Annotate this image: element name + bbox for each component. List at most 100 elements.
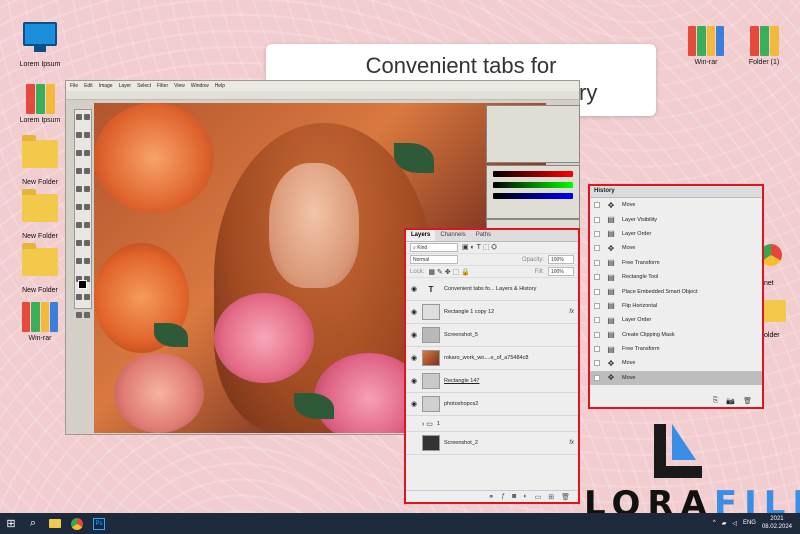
- mask-icon[interactable]: ◙: [512, 493, 516, 500]
- tab-paths[interactable]: Paths: [471, 230, 496, 241]
- layer-row[interactable]: ◉ Rectangle 147: [406, 370, 578, 393]
- layer-row[interactable]: ◉ Rectangle 1 copy 12 fx: [406, 301, 578, 324]
- desktop-icon-folder[interactable]: New Folder: [10, 242, 70, 294]
- tab-channels[interactable]: Channels: [435, 230, 470, 241]
- layer-row[interactable]: Screenshot_2 fx: [406, 432, 578, 455]
- history-panel[interactable]: History ✥ Move ▤ Layer Visibility ▤ Layer Ord…: [588, 184, 764, 409]
- history-item[interactable]: ▤ Free Transform: [590, 256, 762, 270]
- history-item-label: Flip Horizontal: [622, 302, 658, 309]
- desktop-icon-folder[interactable]: New Folder: [10, 134, 70, 186]
- layers-panel[interactable]: Layers Channels Paths ⌕ Kind ▣ ◐ T ⬚ ⛭ N…: [404, 228, 580, 504]
- menu-window[interactable]: Window: [191, 83, 209, 89]
- history-item[interactable]: ▤ Layer Order: [590, 313, 762, 327]
- tab-layers[interactable]: Layers: [406, 230, 436, 241]
- adjustment-icon[interactable]: ◐: [523, 493, 527, 500]
- layer-group-row[interactable]: › ▭ 1: [406, 416, 578, 432]
- history-item[interactable]: ▤ Free Transform: [590, 342, 762, 356]
- history-item[interactable]: ✥ Move: [590, 241, 762, 255]
- windows-start-icon[interactable]: ⊞: [0, 513, 22, 534]
- history-item[interactable]: ▤ Rectangle Tool: [590, 270, 762, 284]
- layer-row[interactable]: ◉ photoshopcs2: [406, 393, 578, 416]
- history-item[interactable]: ✥ Move: [590, 198, 762, 212]
- menu-image[interactable]: Image: [99, 83, 113, 89]
- blend-mode-select[interactable]: Normal: [410, 255, 458, 264]
- foreground-color-swatch[interactable]: [78, 280, 87, 289]
- computer-icon: [22, 22, 58, 58]
- desktop-icon-winrar[interactable]: Win-rar: [676, 20, 736, 66]
- doc-icon: ▤: [607, 287, 615, 297]
- trash-icon[interactable]: 🗑: [743, 397, 752, 405]
- history-snapshot-checkbox[interactable]: [594, 259, 600, 266]
- desktop-icon-folder[interactable]: New Folder: [10, 188, 70, 240]
- camera-icon[interactable]: 📷: [726, 397, 735, 405]
- history-item[interactable]: ▤ Place Embedded Smart Object: [590, 284, 762, 298]
- layer-row[interactable]: ◉ Screenshot_5: [406, 324, 578, 347]
- history-item[interactable]: ▤ Flip Horizontal: [590, 299, 762, 313]
- menu-filter[interactable]: Filter: [157, 83, 168, 89]
- kind-filter-select[interactable]: ⌕ Kind: [410, 243, 458, 252]
- history-item[interactable]: ✥ Move: [590, 370, 762, 386]
- history-snapshot-checkbox[interactable]: [594, 216, 600, 223]
- history-snapshot-checkbox[interactable]: [594, 346, 600, 353]
- history-snapshot-checkbox[interactable]: [594, 230, 600, 237]
- history-snapshot-checkbox[interactable]: [594, 331, 600, 338]
- history-item-label: Rectangle Tool: [622, 274, 659, 281]
- doc-icon: ▤: [607, 258, 615, 268]
- clock[interactable]: 2021 08.02.2024: [762, 515, 792, 531]
- visibility-eye-icon[interactable]: ◉: [410, 331, 418, 339]
- desktop-icon-folder-books[interactable]: Folder (1): [734, 20, 794, 66]
- visibility-eye-icon[interactable]: ◉: [410, 285, 418, 293]
- photoshop-icon[interactable]: Ps: [88, 513, 110, 534]
- desktop-icon-computer[interactable]: Lorem Ipsum: [10, 20, 70, 68]
- desktop-icon-winrar[interactable]: Lorem Ipsum: [10, 78, 70, 124]
- lock-label: Lock:: [410, 268, 425, 275]
- visibility-eye-icon[interactable]: ◉: [410, 308, 418, 316]
- visibility-eye-icon[interactable]: ◉: [410, 377, 418, 385]
- menu-view[interactable]: View: [174, 83, 185, 89]
- network-icon[interactable]: ▰: [722, 520, 727, 527]
- desktop-icon-winrar[interactable]: Win-rar: [10, 296, 70, 342]
- language-indicator[interactable]: ENG: [743, 520, 756, 526]
- fx-icon[interactable]: ƒ: [501, 493, 505, 500]
- history-snapshot-checkbox[interactable]: [594, 202, 600, 209]
- fx-badge[interactable]: fx: [569, 440, 574, 446]
- trash-icon[interactable]: 🗑: [561, 493, 570, 501]
- ps-toolbox[interactable]: [74, 109, 92, 318]
- new-layer-icon[interactable]: ⊞: [548, 493, 554, 501]
- new-document-from-state-icon[interactable]: ⎘: [713, 397, 719, 405]
- history-item[interactable]: ▤ Layer Visibility: [590, 212, 762, 226]
- history-item[interactable]: ▤ Create Clipping Mask: [590, 328, 762, 342]
- history-item[interactable]: ▤ Layer Order: [590, 227, 762, 241]
- menu-edit[interactable]: Edit: [84, 83, 93, 89]
- menu-layer[interactable]: Layer: [119, 83, 132, 89]
- history-snapshot-checkbox[interactable]: [594, 274, 600, 281]
- history-panel-footer: ⎘ 📷 🗑: [590, 395, 762, 407]
- layer-row[interactable]: ◉ T Convenient tabs fo... Layers & Histo…: [406, 278, 578, 301]
- history-snapshot-checkbox[interactable]: [594, 374, 600, 381]
- layer-thumbnail: [422, 350, 440, 366]
- chevron-up-icon[interactable]: ^: [713, 520, 716, 526]
- volume-icon[interactable]: ◁: [732, 520, 737, 527]
- opacity-label: Opacity:: [521, 256, 544, 263]
- history-item-label: Free Transform: [622, 346, 660, 353]
- visibility-eye-icon[interactable]: ◉: [410, 354, 418, 362]
- file-explorer-icon[interactable]: [44, 513, 66, 534]
- fill-input[interactable]: 100%: [548, 267, 574, 276]
- history-snapshot-checkbox[interactable]: [594, 245, 600, 252]
- history-snapshot-checkbox[interactable]: [594, 302, 600, 309]
- search-icon[interactable]: ⌕: [22, 513, 44, 534]
- history-item[interactable]: ✥ Move: [590, 356, 762, 370]
- menu-help[interactable]: Help: [215, 83, 225, 89]
- history-snapshot-checkbox[interactable]: [594, 317, 600, 324]
- folder-icon[interactable]: ▭: [535, 493, 542, 501]
- history-snapshot-checkbox[interactable]: [594, 360, 600, 367]
- menu-select[interactable]: Select: [137, 83, 151, 89]
- history-snapshot-checkbox[interactable]: [594, 288, 600, 295]
- layer-row[interactable]: ◉ rokaro_work_wo....e_of_a75484c8: [406, 347, 578, 370]
- chrome-icon[interactable]: [66, 513, 88, 534]
- opacity-input[interactable]: 100%: [548, 255, 574, 264]
- menu-file[interactable]: File: [70, 83, 78, 89]
- visibility-eye-icon[interactable]: ◉: [410, 400, 418, 408]
- link-icon[interactable]: ⚭: [488, 493, 494, 501]
- fx-badge[interactable]: fx: [569, 309, 574, 315]
